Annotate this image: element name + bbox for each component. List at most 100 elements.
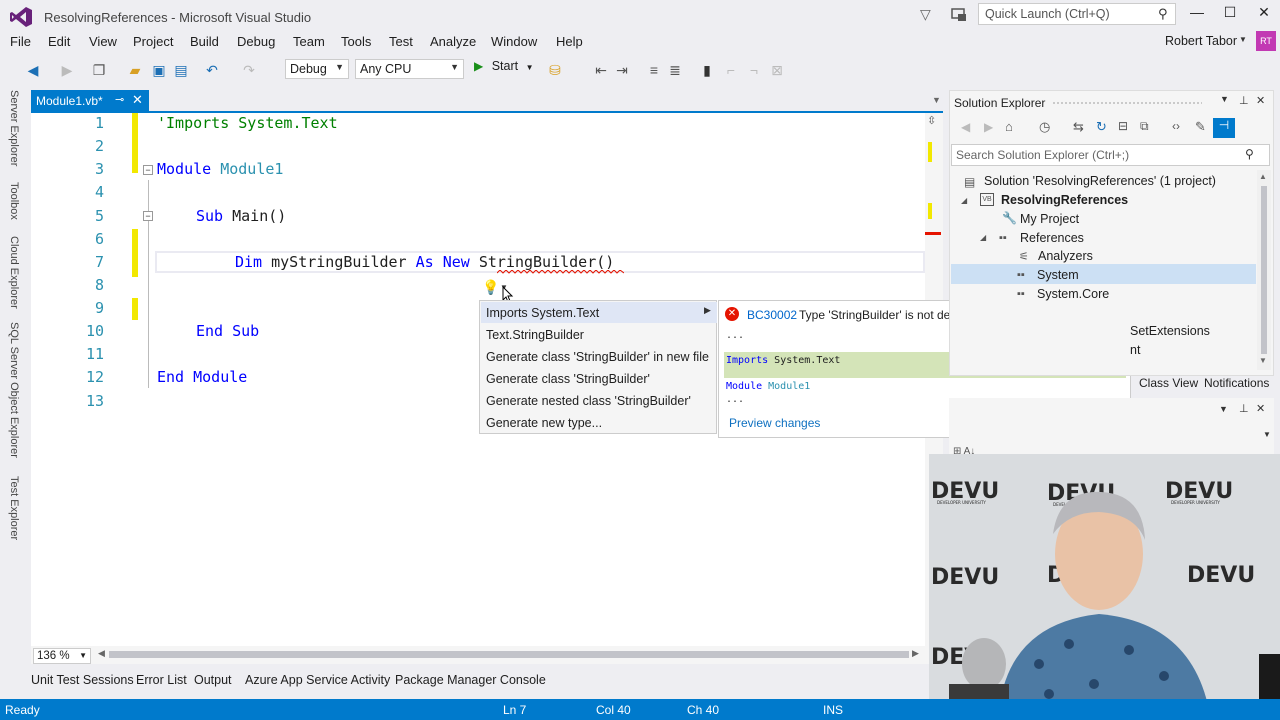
back-icon[interactable]: ◀ bbox=[961, 120, 970, 134]
expand-arrow-icon[interactable]: ◢ bbox=[961, 196, 967, 205]
save-all-icon[interactable]: ▤ bbox=[172, 61, 190, 79]
quick-action-generate-new-type[interactable]: Generate new type... bbox=[486, 416, 602, 430]
solution-configuration-select[interactable]: Debug ▼ bbox=[285, 59, 349, 79]
menu-build[interactable]: Build bbox=[190, 34, 219, 49]
previous-bookmark-icon[interactable]: ⌐ bbox=[722, 61, 740, 79]
maximize-button[interactable]: ☐ bbox=[1216, 4, 1244, 24]
collapse-sub-icon[interactable]: − bbox=[143, 211, 153, 221]
navigate-back-icon[interactable]: ◀ bbox=[24, 61, 42, 79]
properties-icon[interactable]: ✎ bbox=[1195, 119, 1206, 135]
panel-options-icon[interactable]: ▼ bbox=[1220, 94, 1229, 104]
menu-team[interactable]: Team bbox=[293, 34, 325, 49]
lightbulb-icon[interactable]: 💡 bbox=[482, 279, 499, 296]
undo-icon[interactable]: ↶ bbox=[203, 61, 221, 79]
close-tab-icon[interactable]: ✕ bbox=[132, 92, 143, 108]
close-panel-icon[interactable]: ✕ bbox=[1256, 94, 1265, 107]
tab-cloud-explorer[interactable]: Cloud Explorer bbox=[8, 236, 20, 309]
horizontal-scrollbar-thumb[interactable] bbox=[109, 651, 909, 658]
expand-arrow-icon[interactable]: ◢ bbox=[980, 233, 986, 242]
tree-analyzers[interactable]: Analyzers bbox=[1038, 249, 1093, 263]
pin-panel-icon[interactable]: ⊥ bbox=[1239, 94, 1249, 107]
sync-icon[interactable]: ⇆ bbox=[1073, 119, 1084, 135]
open-file-icon[interactable]: ▰ bbox=[126, 61, 144, 79]
uncomment-lines-icon[interactable]: ≣ bbox=[666, 61, 684, 79]
next-bookmark-icon[interactable]: ¬ bbox=[745, 61, 763, 79]
browser-link-icon[interactable]: ⛁ bbox=[546, 61, 564, 79]
tree-references[interactable]: References bbox=[1020, 231, 1084, 245]
tree-partial-item[interactable]: nt bbox=[1130, 343, 1140, 357]
search-icon[interactable]: ⚲ bbox=[1245, 147, 1254, 161]
scroll-right-icon[interactable]: ▶ bbox=[912, 648, 919, 659]
tree-system-core[interactable]: System.Core bbox=[1037, 287, 1109, 301]
tab-azure-app-service-activity[interactable]: Azure App Service Activity bbox=[245, 673, 390, 687]
show-all-files-icon[interactable]: ⧉ bbox=[1140, 119, 1149, 134]
home-icon[interactable]: ⌂ bbox=[1005, 119, 1013, 134]
preview-changes-link[interactable]: Preview changes bbox=[729, 416, 820, 430]
collapse-module-icon[interactable]: − bbox=[143, 165, 153, 175]
menu-debug[interactable]: Debug bbox=[237, 34, 275, 49]
tab-error-list[interactable]: Error List bbox=[136, 673, 187, 687]
navigate-forward-icon[interactable]: ▶ bbox=[58, 61, 76, 79]
quick-launch-input[interactable]: Quick Launch (Ctrl+Q) bbox=[978, 3, 1176, 25]
scroll-up-icon[interactable]: ▲ bbox=[1259, 172, 1267, 181]
submenu-arrow-icon[interactable]: ▶ bbox=[704, 305, 711, 316]
feedback-icon[interactable] bbox=[950, 6, 968, 24]
panel-drag-grip[interactable] bbox=[1052, 101, 1202, 106]
avatar[interactable]: RT bbox=[1256, 31, 1276, 51]
close-button[interactable]: ✕ bbox=[1250, 4, 1278, 24]
tab-sql-server-object-explorer[interactable]: SQL Server Object Explorer bbox=[8, 322, 20, 458]
notifications-filter-icon[interactable]: ▽ bbox=[920, 6, 936, 22]
quick-action-imports[interactable]: Imports System.Text bbox=[486, 306, 599, 320]
pin-panel-icon[interactable]: ⊥ bbox=[1239, 402, 1249, 415]
solution-explorer-scrollbar[interactable]: ▲ ▼ bbox=[1257, 170, 1271, 370]
menu-project[interactable]: Project bbox=[133, 34, 173, 49]
error-code-link[interactable]: BC30002 bbox=[747, 308, 797, 322]
tab-test-explorer[interactable]: Test Explorer bbox=[8, 476, 20, 540]
menu-test[interactable]: Test bbox=[389, 34, 413, 49]
tab-toolbox[interactable]: Toolbox bbox=[8, 182, 20, 220]
tree-project[interactable]: ResolvingReferences bbox=[1001, 193, 1128, 207]
tab-output[interactable]: Output bbox=[194, 673, 232, 687]
pin-tab-icon[interactable]: ⊸ bbox=[115, 93, 124, 106]
forward-icon[interactable]: ▶ bbox=[984, 120, 993, 134]
preview-selected-items-icon[interactable]: ⊣ bbox=[1213, 118, 1235, 138]
user-dropdown-icon[interactable]: ▼ bbox=[1239, 35, 1247, 44]
step-into-icon[interactable]: ⇤ bbox=[592, 61, 610, 79]
quick-action-generate-class-new-file[interactable]: Generate class 'StringBuilder' in new fi… bbox=[486, 350, 709, 364]
step-over-icon[interactable]: ⇥ bbox=[613, 61, 631, 79]
close-panel-icon[interactable]: ✕ bbox=[1256, 402, 1265, 415]
menu-file[interactable]: File bbox=[10, 34, 31, 49]
tab-package-manager-console[interactable]: Package Manager Console bbox=[395, 673, 546, 687]
collapse-all-icon[interactable]: ⊟ bbox=[1118, 119, 1128, 133]
tree-partial-item[interactable]: SetExtensions bbox=[1130, 324, 1210, 338]
bookmark-icon[interactable]: ▮ bbox=[698, 61, 716, 79]
menu-help[interactable]: Help bbox=[556, 34, 583, 49]
save-icon[interactable]: ▣ bbox=[150, 61, 168, 79]
tree-my-project[interactable]: My Project bbox=[1020, 212, 1079, 226]
scroll-left-icon[interactable]: ◀ bbox=[98, 648, 105, 659]
start-debugging-button[interactable]: ▶ Start ▼ bbox=[474, 59, 534, 79]
quick-action-generate-class[interactable]: Generate class 'StringBuilder' bbox=[486, 372, 650, 386]
pending-changes-icon[interactable]: ◷ bbox=[1039, 119, 1050, 135]
tab-unit-test-sessions[interactable]: Unit Test Sessions bbox=[31, 673, 134, 687]
clear-bookmarks-icon[interactable]: ⊠ bbox=[768, 61, 786, 79]
tab-server-explorer[interactable]: Server Explorer bbox=[8, 90, 20, 166]
menu-tools[interactable]: Tools bbox=[341, 34, 371, 49]
solution-explorer-search-input[interactable]: Search Solution Explorer (Ctrl+;) bbox=[951, 144, 1270, 166]
menu-window[interactable]: Window bbox=[491, 34, 537, 49]
quick-action-qualify[interactable]: Text.StringBuilder bbox=[486, 328, 584, 342]
scroll-thumb[interactable] bbox=[1261, 186, 1267, 354]
search-icon[interactable]: ⚲ bbox=[1158, 6, 1168, 22]
solution-platform-select[interactable]: Any CPU ▼ bbox=[355, 59, 464, 79]
tab-class-view[interactable]: Class View bbox=[1139, 376, 1198, 390]
tab-notifications[interactable]: Notifications bbox=[1204, 376, 1269, 390]
chevron-down-icon[interactable]: ▼ bbox=[1263, 430, 1271, 439]
scroll-down-icon[interactable]: ▼ bbox=[1259, 356, 1267, 365]
split-editor-icon[interactable]: ⇳ bbox=[927, 114, 936, 127]
new-project-icon[interactable]: ❐ bbox=[90, 61, 108, 79]
tab-overflow-icon[interactable]: ▼ bbox=[932, 95, 941, 105]
tree-system[interactable]: System bbox=[1037, 268, 1079, 282]
menu-analyze[interactable]: Analyze bbox=[430, 34, 476, 49]
redo-icon[interactable]: ↷ bbox=[240, 61, 258, 79]
panel-options-icon[interactable]: ▼ bbox=[1219, 404, 1228, 414]
